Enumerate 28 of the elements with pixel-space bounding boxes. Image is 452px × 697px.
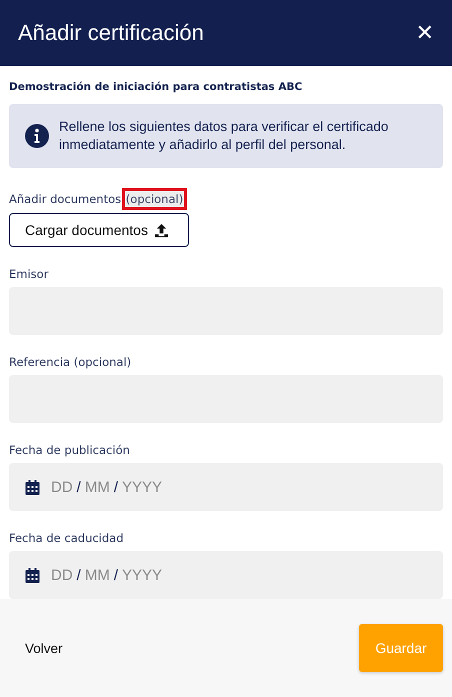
date-field[interactable]: DD / MM / YYYY [9,551,443,599]
field-label: Emisor [9,267,50,281]
date-placeholder: YYYY [122,566,162,584]
date-separator: / [114,566,118,584]
back-button[interactable]: Volver [25,640,63,656]
calendar-icon [25,480,40,494]
field-label: Referencia (opcional) [9,355,132,369]
subtitle: Demostración de iniciación para contratistas ABC [9,81,304,93]
info-icon [25,124,49,148]
calendar-icon [25,568,40,582]
date-placeholder: MM [84,566,110,584]
upload-icon [154,222,169,238]
field-label: Fecha de publicación [9,443,131,457]
date-field[interactable]: DD / MM / YYYY [9,463,443,511]
date-placeholder: DD [51,478,73,496]
date-separator: / [114,478,118,496]
optional-label: (opcional) [124,191,184,207]
date-placeholder: MM [84,478,110,496]
close-button[interactable]: ✕ [416,20,434,46]
date-placeholder: DD [51,566,73,584]
info-text: Rellene los siguientes datos para verificar el certificado inmediatamente y añadirlo al perfil del personal. [59,118,390,154]
date-placeholder: YYYY [122,478,162,496]
date-separator: / [76,478,81,496]
field-label: Añadir documentos [9,192,122,206]
date-separator: / [76,566,81,584]
upload-button[interactable]: Cargar documentos [9,213,189,247]
field-label: Fecha de caducidad [9,531,125,545]
window-title: Añadir certificación [18,20,204,46]
